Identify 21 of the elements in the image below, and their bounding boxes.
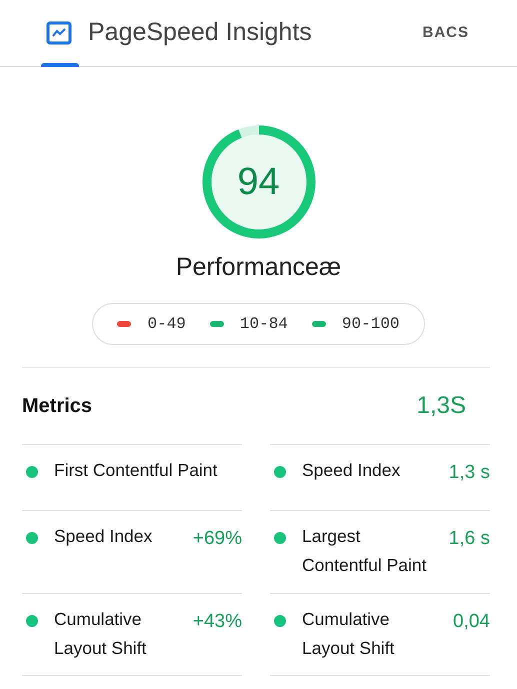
- metric-name: First Contentful Paint: [54, 458, 218, 482]
- language-link[interactable]: BACS: [422, 22, 469, 44]
- metric-name: Speed Index: [302, 458, 400, 482]
- metric-value: +69%: [192, 526, 242, 550]
- metric-value: 0,04: [453, 610, 490, 634]
- legend-range: 90-100: [342, 314, 400, 334]
- summary-value: 1,3S: [416, 390, 466, 420]
- metric-value: +43%: [192, 610, 242, 634]
- section-title: Metrics: [22, 394, 92, 418]
- score-label: Performanceæ: [176, 252, 342, 283]
- legend-range: 0-49: [147, 314, 186, 334]
- app-title: PageSpeed Insights: [88, 17, 312, 48]
- logo-icon: [46, 21, 72, 45]
- metric-name: Cumulative Layout Shift: [302, 608, 396, 660]
- metric-value: 1,6 s: [448, 526, 490, 550]
- metric-name: Speed Index: [54, 524, 152, 548]
- metric-name: Cumulative Layout Shift: [54, 608, 148, 660]
- metric-value: 1,3 s: [448, 460, 490, 484]
- legend-range: 10-84: [240, 314, 288, 334]
- metric-name: Largest Contentful Paint: [302, 524, 428, 576]
- score-value: 94: [237, 160, 280, 204]
